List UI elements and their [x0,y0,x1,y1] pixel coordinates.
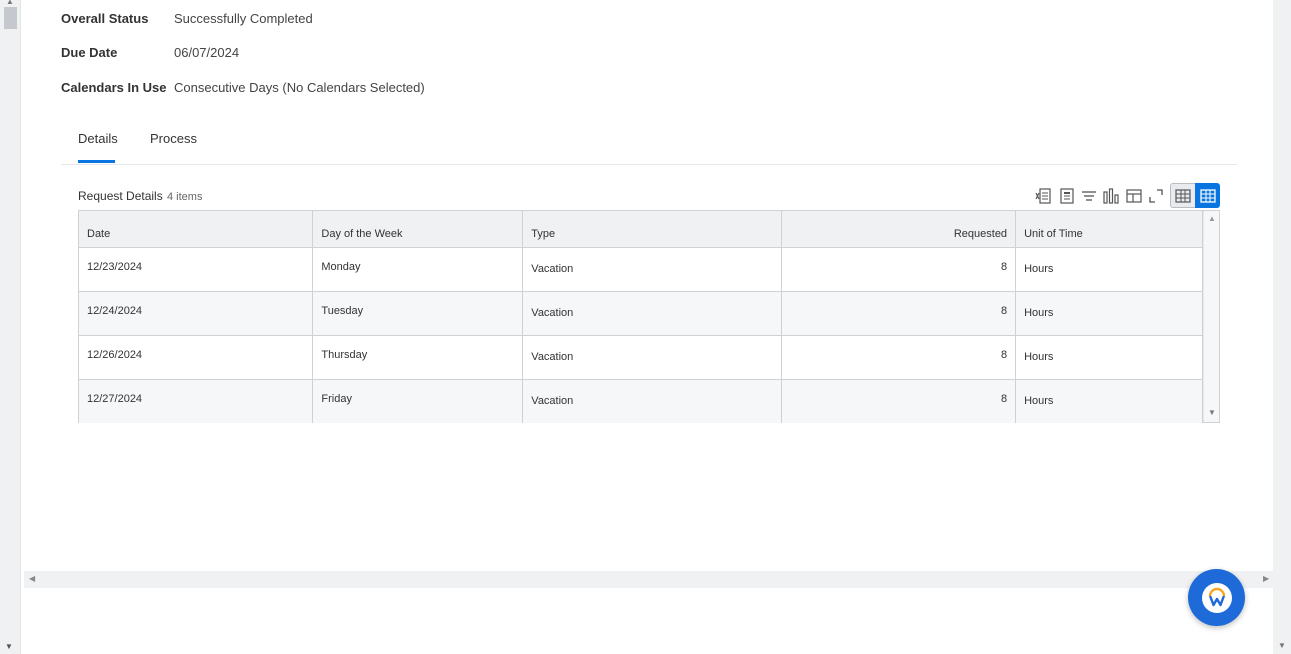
cell-day: Monday [312,247,524,292]
configure-columns-icon[interactable] [1125,187,1143,205]
filter-icon[interactable] [1080,187,1098,205]
table-header-row: Date Day of the Week Type Requested Unit… [79,211,1203,248]
table-row[interactable]: 12/26/2024 Thursday Vacation 8 Hours [79,335,1203,380]
column-header-unit-of-time[interactable]: Unit of Time [1015,211,1203,248]
tab-details[interactable]: Details [78,131,118,146]
scroll-up-icon[interactable]: ▲ [1208,214,1216,223]
cell-requested: 8 [781,379,1017,423]
scroll-down-icon[interactable]: ▼ [1278,641,1286,650]
active-tab-indicator [78,160,115,163]
cell-unit: Hours [1015,247,1203,292]
cell-type: Vacation [522,247,783,292]
grid-view-icon[interactable] [1195,183,1220,208]
assistant-chat-button[interactable] [1188,569,1245,626]
cell-unit: Hours [1015,379,1203,423]
cell-day: Friday [312,379,524,423]
cell-requested: 8 [781,247,1017,292]
column-header-type[interactable]: Type [522,211,783,248]
column-header-requested[interactable]: Requested [781,211,1017,248]
cell-date: 12/26/2024 [79,335,314,380]
tab-bar: Details Process [61,123,1237,165]
assistant-logo-icon [1201,582,1232,613]
tab-process[interactable]: Process [150,131,197,146]
grid-title: Request Details [78,189,163,203]
scroll-down-icon[interactable]: ▼ [1208,408,1216,417]
cell-date: 12/27/2024 [79,379,314,423]
table-view-icon[interactable] [1170,183,1195,208]
scrollbar-thumb[interactable] [4,7,17,29]
request-details-grid: Date Day of the Week Type Requested Unit… [78,210,1220,423]
table-row[interactable]: 12/24/2024 Tuesday Vacation 8 Hours [79,291,1203,336]
cell-unit: Hours [1015,335,1203,380]
outer-left-scrollbar[interactable]: ▲ ▼ [0,0,21,654]
table-row[interactable]: 12/27/2024 Friday Vacation 8 Hours [79,379,1203,423]
export-excel-icon[interactable] [1035,187,1053,205]
cell-date: 12/24/2024 [79,291,314,336]
cell-date: 12/23/2024 [79,247,314,292]
grid-item-count: 4 items [167,191,203,203]
chart-icon[interactable] [1102,187,1120,205]
data-table: Date Day of the Week Type Requested Unit… [79,211,1203,423]
fullscreen-icon[interactable] [1147,187,1165,205]
field-value: Successfully Completed [174,11,313,26]
scroll-right-icon[interactable]: ▶ [1263,574,1269,583]
scroll-down-icon[interactable]: ▼ [5,642,13,651]
scroll-up-icon[interactable]: ▲ [6,0,14,6]
cell-day: Thursday [312,335,524,380]
cell-type: Vacation [522,379,783,423]
cell-type: Vacation [522,335,783,380]
cell-day: Tuesday [312,291,524,336]
field-label: Due Date [61,45,118,60]
column-header-day-of-week[interactable]: Day of the Week [312,211,524,248]
cell-type: Vacation [522,291,783,336]
scroll-left-icon[interactable]: ◀ [29,574,35,583]
table-vertical-scrollbar[interactable]: ▲ ▼ [1203,211,1219,422]
field-label: Overall Status [61,11,149,26]
field-value: Consecutive Days (No Calendars Selected) [174,80,425,95]
cell-unit: Hours [1015,291,1203,336]
field-value: 06/07/2024 [174,45,240,60]
cell-requested: 8 [781,291,1017,336]
column-header-date[interactable]: Date [79,211,314,248]
horizontal-scrollbar[interactable]: ◀ ▶ [24,571,1273,588]
field-label: Calendars In Use [61,80,167,95]
table-row[interactable]: 12/23/2024 Monday Vacation 8 Hours [79,247,1203,292]
cell-requested: 8 [781,335,1017,380]
export-pdf-icon[interactable] [1058,187,1076,205]
outer-right-scrollbar[interactable]: ▼ [1273,0,1291,654]
